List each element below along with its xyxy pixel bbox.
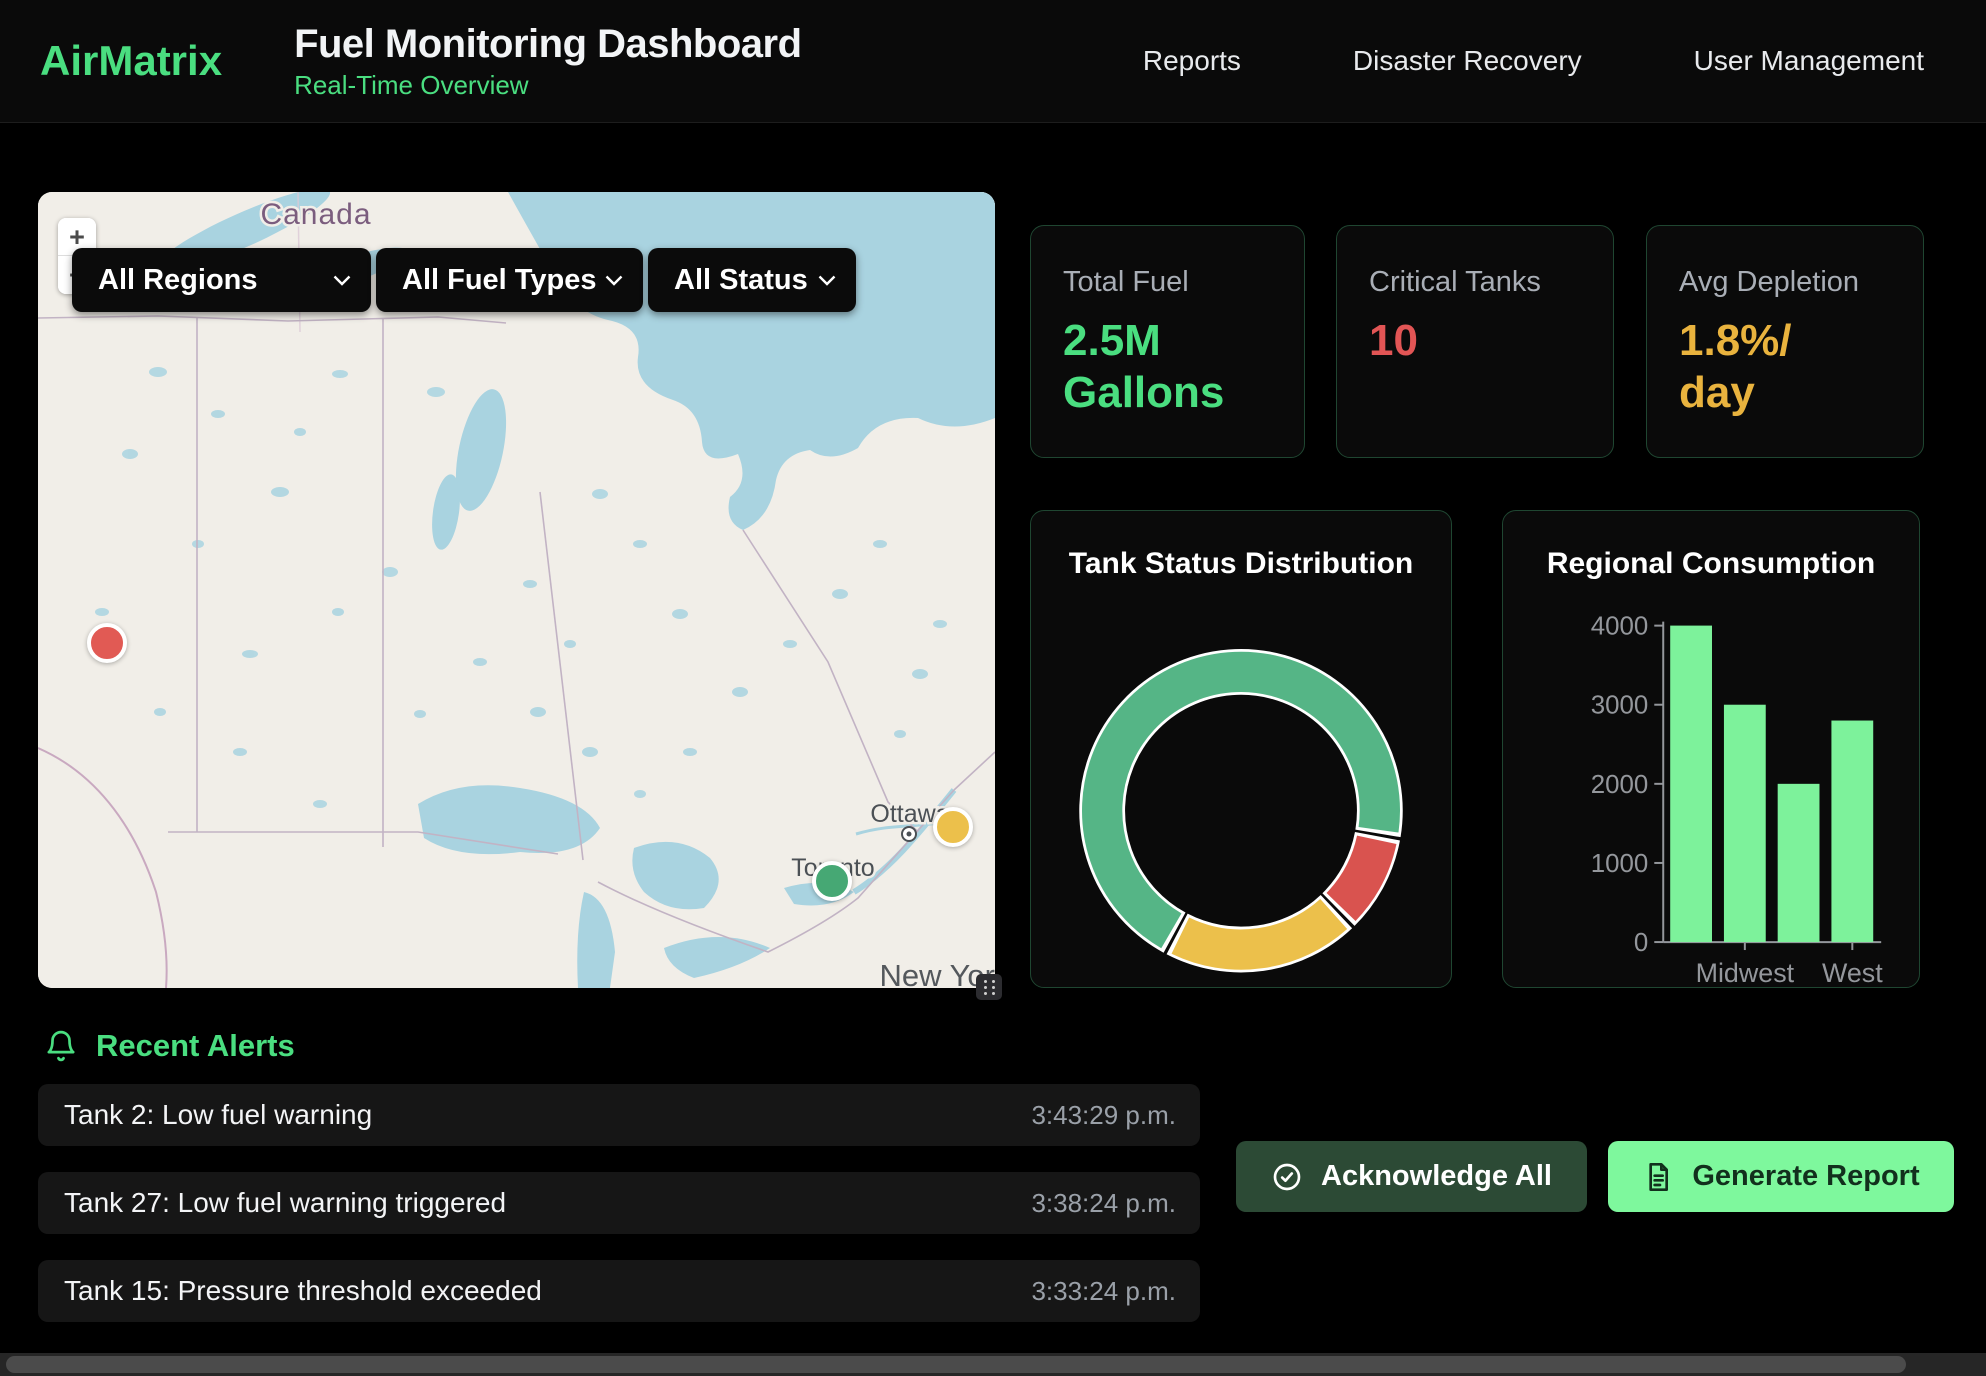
svg-text:Midwest: Midwest — [1696, 958, 1795, 987]
alert-row[interactable]: Tank 27: Low fuel warning triggered 3:38… — [38, 1172, 1200, 1234]
alert-row[interactable]: Tank 15: Pressure threshold exceeded 3:3… — [38, 1260, 1200, 1322]
svg-text:3000: 3000 — [1591, 692, 1649, 720]
svg-text:1000: 1000 — [1591, 850, 1649, 878]
alerts-title: Recent Alerts — [96, 1028, 295, 1064]
stat-value: 2.5M Gallons — [1063, 315, 1233, 419]
nav-disaster-recovery[interactable]: Disaster Recovery — [1353, 45, 1582, 77]
chevron-down-icon — [818, 275, 836, 286]
check-circle-icon — [1271, 1161, 1303, 1193]
scrollbar-thumb[interactable] — [6, 1356, 1906, 1373]
alerts-header: Recent Alerts — [44, 1028, 295, 1064]
stat-label: Critical Tanks — [1369, 266, 1581, 299]
fuel-type-filter-dropdown[interactable]: All Fuel Types — [376, 248, 643, 312]
horizontal-scrollbar[interactable] — [0, 1353, 1986, 1376]
region-filter-label: All Regions — [98, 264, 258, 297]
map-marker-normal[interactable] — [812, 861, 852, 901]
stat-label: Avg Depletion — [1679, 266, 1891, 299]
map-marker-critical[interactable] — [87, 623, 127, 663]
alert-message: Tank 2: Low fuel warning — [64, 1099, 372, 1131]
alert-message: Tank 15: Pressure threshold exceeded — [64, 1275, 542, 1307]
bar-chart-title: Regional Consumption — [1503, 547, 1919, 581]
bell-icon — [44, 1029, 78, 1063]
chevron-down-icon — [605, 275, 623, 286]
stat-card-avg-depletion: Avg Depletion 1.8%/ day — [1646, 225, 1924, 458]
brand-logo[interactable]: AirMatrix — [40, 37, 222, 85]
tank-status-donut-chart[interactable] — [1031, 511, 1451, 987]
alert-timestamp: 3:33:24 p.m. — [1031, 1276, 1176, 1307]
svg-text:4000: 4000 — [1591, 613, 1649, 641]
donut-chart-title: Tank Status Distribution — [1031, 547, 1451, 581]
svg-text:0: 0 — [1634, 929, 1648, 957]
app-header: AirMatrix Fuel Monitoring Dashboard Real… — [0, 0, 1986, 123]
svg-text:2000: 2000 — [1591, 771, 1649, 799]
page-subtitle: Real-Time Overview — [294, 70, 801, 101]
generate-report-label: Generate Report — [1692, 1160, 1919, 1193]
alert-message: Tank 27: Low fuel warning triggered — [64, 1187, 506, 1219]
status-filter-dropdown[interactable]: All Status — [648, 248, 856, 312]
title-block: Fuel Monitoring Dashboard Real-Time Over… — [294, 22, 801, 101]
nav-user-management[interactable]: User Management — [1694, 45, 1924, 77]
regional-consumption-bar-chart[interactable]: 0 1000 2000 3000 4000 Midwest West — [1503, 511, 1919, 987]
stat-value: 1.8%/ day — [1679, 315, 1849, 419]
stat-card-critical-tanks: Critical Tanks 10 — [1336, 225, 1614, 458]
town-dot-core-icon — [907, 832, 912, 837]
chevron-down-icon — [333, 275, 351, 286]
regional-consumption-panel: Regional Consumption 0 1000 2000 3000 4000 Mi… — [1502, 510, 1920, 988]
acknowledge-all-label: Acknowledge All — [1321, 1160, 1552, 1193]
map-label-canada: Canada — [260, 198, 371, 231]
generate-report-button[interactable]: Generate Report — [1608, 1141, 1954, 1212]
document-icon — [1642, 1161, 1674, 1193]
acknowledge-all-button[interactable]: Acknowledge All — [1236, 1141, 1587, 1212]
stat-card-total-fuel: Total Fuel 2.5M Gallons — [1030, 225, 1305, 458]
fuel-type-filter-label: All Fuel Types — [402, 264, 596, 297]
fuel-monitoring-dashboard: AirMatrix Fuel Monitoring Dashboard Real… — [0, 0, 1986, 1376]
alert-timestamp: 3:43:29 p.m. — [1031, 1100, 1176, 1131]
map-panel[interactable]: Canada Ottawa Toronto New York + − All R… — [38, 192, 995, 988]
tank-status-distribution-panel: Tank Status Distribution — [1030, 510, 1452, 988]
map-filter-bar: All Regions All Fuel Types All Status — [72, 248, 856, 312]
region-filter-dropdown[interactable]: All Regions — [72, 248, 371, 312]
map-marker-warning[interactable] — [933, 807, 973, 847]
alert-timestamp: 3:38:24 p.m. — [1031, 1188, 1176, 1219]
svg-text:West: West — [1822, 958, 1883, 987]
map-resize-handle[interactable] — [976, 974, 1002, 1000]
page-title: Fuel Monitoring Dashboard — [294, 22, 801, 67]
alert-row[interactable]: Tank 2: Low fuel warning 3:43:29 p.m. — [38, 1084, 1200, 1146]
nav-reports[interactable]: Reports — [1143, 45, 1241, 77]
grip-dots-icon — [984, 980, 995, 995]
stat-label: Total Fuel — [1063, 266, 1272, 299]
stat-value: 10 — [1369, 315, 1539, 367]
status-filter-label: All Status — [674, 264, 808, 297]
main-nav: Reports Disaster Recovery User Managemen… — [1143, 45, 1946, 77]
